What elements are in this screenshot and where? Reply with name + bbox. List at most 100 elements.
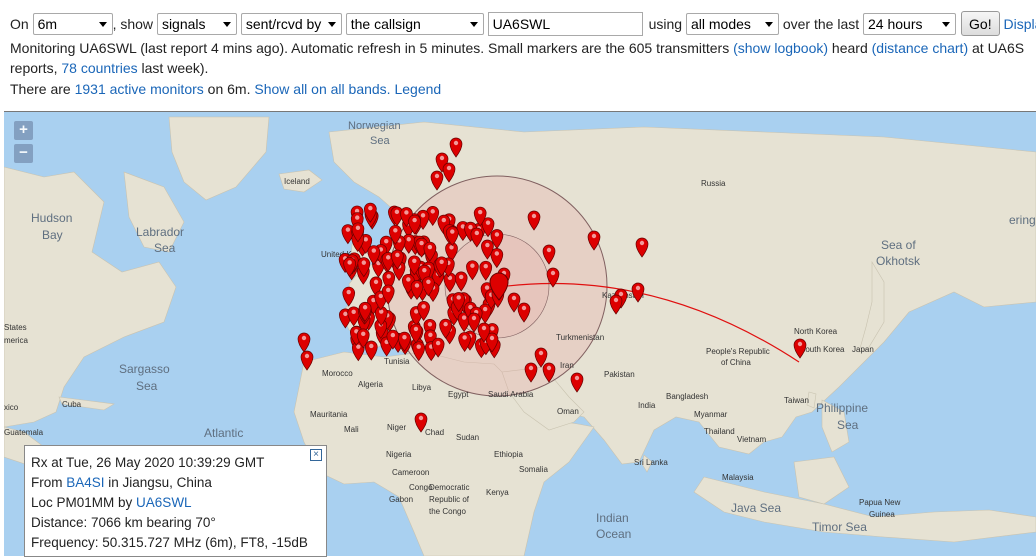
callsign-input[interactable]	[487, 11, 643, 36]
popup-frequency: Frequency: 50.315.727 MHz (6m), FT8, -15…	[31, 535, 308, 550]
marker-dot	[470, 263, 475, 268]
marker-dot	[489, 335, 495, 341]
receiver-callsign-link[interactable]: UA6SWL	[136, 495, 192, 510]
land-label: Myanmar	[694, 410, 728, 419]
filter-row: On 6m , show signals sent/rcvd by the ca…	[10, 11, 1036, 36]
marker-dot	[386, 274, 391, 279]
marker-dot	[427, 322, 433, 327]
target-select[interactable]: the callsign	[345, 12, 484, 35]
active-monitors-link[interactable]: 1931 active monitors	[75, 81, 204, 97]
marker-dot	[394, 209, 400, 215]
land-label: Gabon	[389, 495, 413, 504]
land-label: Somalia	[519, 465, 548, 474]
land-label: Oman	[557, 407, 579, 416]
land-label: Nigeria	[386, 450, 412, 459]
marker-dot	[404, 210, 409, 215]
close-icon[interactable]: ×	[310, 449, 322, 461]
land-label: Tunisia	[384, 357, 410, 366]
show-logbook-link[interactable]: (show logbook)	[733, 40, 828, 56]
band-select-value: 6m	[37, 15, 58, 32]
countries-link[interactable]: 78 countries	[61, 60, 137, 76]
marker-dot	[347, 260, 352, 265]
marker-dot	[369, 343, 374, 349]
monitoring-info: Monitoring UA6SWL (last report 4 mins ag…	[10, 38, 1036, 78]
period-select[interactable]: 24 hours	[863, 12, 957, 35]
mode-select[interactable]: all modes	[685, 12, 779, 35]
marker-dot	[412, 217, 417, 223]
marker-dot	[443, 321, 448, 327]
show-label: , show	[112, 15, 154, 32]
direction-select[interactable]: sent/rcvd by	[240, 12, 342, 35]
over-label: over the last	[782, 15, 860, 32]
land-label: xico	[4, 403, 19, 412]
marker-dot	[379, 309, 384, 314]
sea-label: Labrador	[136, 225, 184, 239]
legend-link[interactable]: Legend	[394, 81, 441, 97]
on-label: On	[10, 15, 29, 32]
go-button[interactable]: Go!	[961, 11, 1000, 36]
sea-label: Hudson	[31, 211, 72, 225]
marker-dot	[434, 173, 440, 179]
land-label: Turkmenistan	[556, 333, 604, 342]
marker-dot	[414, 283, 420, 288]
marker-dot	[402, 334, 407, 340]
land-label: Morocco	[322, 369, 353, 378]
land-label: Mauritania	[310, 410, 348, 419]
marker-dot	[471, 315, 477, 321]
marker-dot	[351, 309, 356, 315]
show-all-bands-link[interactable]: Show all on all bands.	[254, 81, 390, 97]
from-callsign-link[interactable]: BA4SI	[66, 475, 104, 490]
marker-dot	[485, 220, 491, 225]
info-text-5: last week).	[137, 60, 209, 76]
land-label: Niger	[387, 423, 406, 432]
monitors-text-1: There are	[10, 81, 75, 97]
marker-dot	[343, 311, 348, 317]
sea-label: Indian	[596, 511, 629, 525]
marker-dot	[355, 215, 360, 220]
marker-dot	[420, 213, 426, 218]
show-select-value: signals	[161, 15, 206, 32]
distance-chart-link[interactable]: (distance chart)	[872, 40, 968, 56]
display-link[interactable]: Displa	[1003, 16, 1036, 32]
sea-label: Atlantic	[204, 426, 243, 440]
marker-dot	[412, 258, 417, 264]
marker-dot	[435, 340, 441, 346]
land-label: Bangladesh	[666, 392, 708, 401]
land-label: People's Republic	[706, 347, 770, 356]
land-label: States	[4, 323, 27, 332]
marker-dot	[635, 285, 641, 291]
marker-dot	[456, 295, 461, 300]
sea-label: Bay	[42, 228, 63, 242]
land-label: Russia	[701, 179, 726, 188]
marker-dot	[413, 326, 419, 332]
monitors-info: There are 1931 active monitors on 6m. Sh…	[10, 79, 441, 99]
zoom-out-button[interactable]: −	[14, 144, 33, 163]
marker-dot	[490, 326, 495, 331]
marker-dot	[419, 240, 424, 246]
show-select[interactable]: signals	[156, 12, 237, 35]
land-label: South Korea	[800, 345, 845, 354]
marker-dot	[450, 229, 455, 234]
land-label: Pakistan	[604, 370, 635, 379]
popup-from-label: From	[31, 475, 67, 490]
sea-label: Sea of	[881, 238, 916, 252]
band-select[interactable]: 6m	[32, 12, 113, 35]
land-label: North Korea	[794, 327, 838, 336]
marker-dot	[458, 274, 464, 280]
marker-dot	[373, 279, 379, 285]
zoom-in-button[interactable]: +	[14, 121, 33, 140]
marker-dot	[395, 252, 400, 258]
using-label: using	[648, 15, 683, 32]
popup-distance: Distance: 7066 km bearing 70°	[31, 515, 216, 530]
marker-dot	[406, 237, 411, 242]
land-label: Cameroon	[392, 468, 429, 477]
land-label: India	[638, 401, 656, 410]
marker-dot	[421, 304, 426, 309]
mode-select-value: all modes	[690, 15, 751, 32]
marker-dot	[494, 251, 500, 256]
marker-dot	[426, 279, 431, 285]
marker-dot	[528, 365, 534, 371]
marker-dot	[494, 232, 500, 237]
land-label: Sri Lanka	[634, 458, 668, 467]
sea-label: Timor Sea	[812, 520, 867, 534]
